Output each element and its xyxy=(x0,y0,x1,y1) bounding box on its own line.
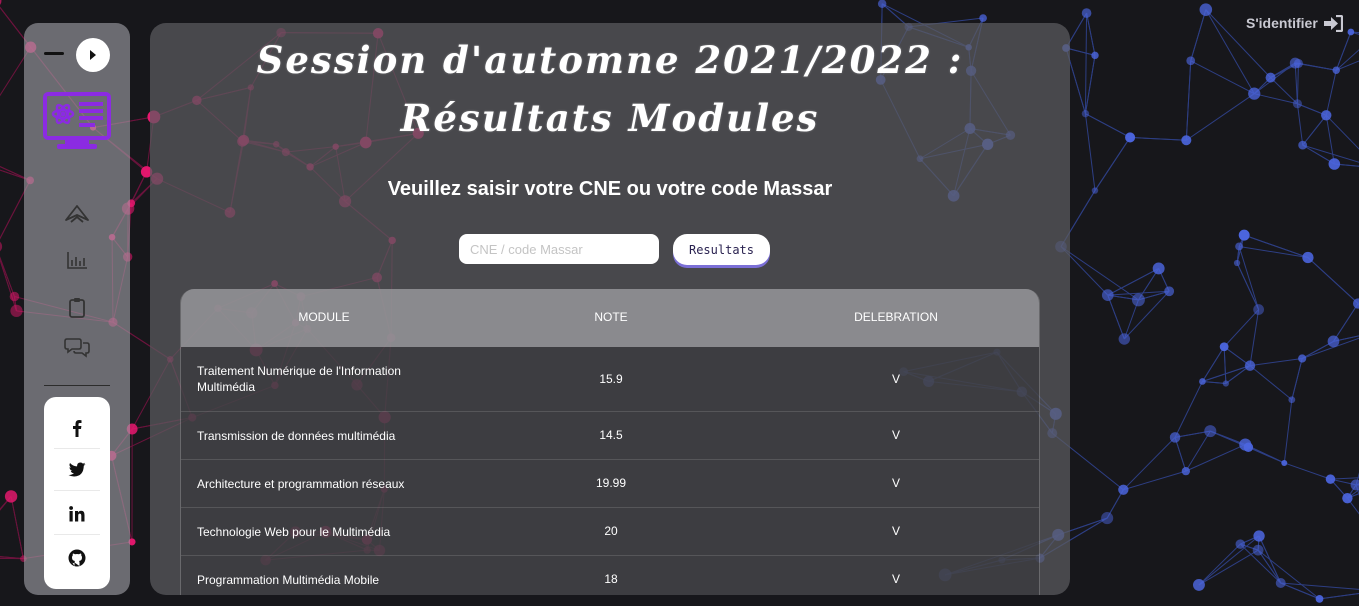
table-row[interactable]: Programmation Multimédia Mobile 18 V xyxy=(181,556,1039,595)
results-button[interactable]: Resultats xyxy=(673,234,770,265)
table-header: MODULE NOTE DELEBRATION xyxy=(181,289,1039,347)
search-prompt: Veuillez saisir votre CNE ou votre code … xyxy=(387,178,833,200)
app-logo-icon xyxy=(43,92,111,149)
header-module: MODULE xyxy=(298,310,350,324)
table-row[interactable]: Technologie Web pour le Multimédia 20 V xyxy=(181,508,1039,556)
cell-note: 18 xyxy=(604,572,618,586)
cell-module: Transmission de données multimédia xyxy=(197,429,396,443)
sign-in-icon xyxy=(1323,14,1343,32)
social-links xyxy=(44,397,110,589)
cell-note: 14.5 xyxy=(599,428,623,442)
cell-module: Technologie Web pour le Multimédia xyxy=(197,525,391,539)
cell-deliberation: V xyxy=(891,476,900,490)
paper-plane-icon xyxy=(65,205,89,223)
sidebar-divider xyxy=(44,385,110,386)
twitter-link[interactable] xyxy=(54,449,100,491)
cell-deliberation: V xyxy=(891,524,900,538)
sidebar-item-messages[interactable] xyxy=(64,334,90,360)
login-label: S'identifier xyxy=(1246,15,1318,31)
twitter-icon xyxy=(68,462,86,477)
cell-deliberation: V xyxy=(891,572,900,586)
cell-note: 15.9 xyxy=(599,372,623,386)
login-link[interactable]: S'identifier xyxy=(1246,12,1346,34)
cne-input[interactable] xyxy=(459,234,659,264)
sidebar-toggle-button[interactable] xyxy=(76,38,110,72)
linkedin-link[interactable] xyxy=(54,493,100,535)
github-link[interactable] xyxy=(54,537,100,579)
facebook-link[interactable] xyxy=(54,407,100,449)
chat-bubbles-icon xyxy=(64,338,90,358)
results-panel: Session d'automne 2021/2022 : Résultats … xyxy=(150,23,1070,595)
table-row[interactable]: Transmission de données multimédia 14.5 … xyxy=(181,412,1039,460)
sidebar xyxy=(24,23,130,595)
cell-deliberation: V xyxy=(891,428,900,442)
cell-module: Traitement Numérique de l'Information Mu… xyxy=(197,364,401,394)
clipboard-icon xyxy=(69,298,85,318)
cell-module: Programmation Multimédia Mobile xyxy=(197,573,380,587)
bar-chart-icon xyxy=(67,252,87,269)
linkedin-icon xyxy=(69,505,85,521)
cell-deliberation: V xyxy=(891,372,900,386)
facebook-icon xyxy=(73,419,82,437)
table-row[interactable]: Traitement Numérique de l'Information Mu… xyxy=(181,347,1039,412)
sidebar-item-send[interactable] xyxy=(64,201,90,227)
page-title: Session d'automne 2021/2022 : Résultats … xyxy=(256,38,964,140)
minimize-dash-icon[interactable] xyxy=(44,52,64,55)
results-table: MODULE NOTE DELEBRATION Traitement Numér… xyxy=(180,289,1040,595)
sidebar-item-statistics[interactable] xyxy=(64,247,90,273)
github-icon xyxy=(68,549,86,567)
header-deliberation: DELEBRATION xyxy=(854,310,938,324)
cell-module: Architecture et programmation réseaux xyxy=(197,477,405,491)
header-note: NOTE xyxy=(594,310,628,324)
cell-note: 20 xyxy=(604,524,618,538)
play-arrow-icon xyxy=(90,50,96,60)
sidebar-item-results[interactable] xyxy=(64,295,90,321)
table-row[interactable]: Architecture et programmation réseaux 19… xyxy=(181,460,1039,508)
cell-note: 19.99 xyxy=(595,476,627,490)
